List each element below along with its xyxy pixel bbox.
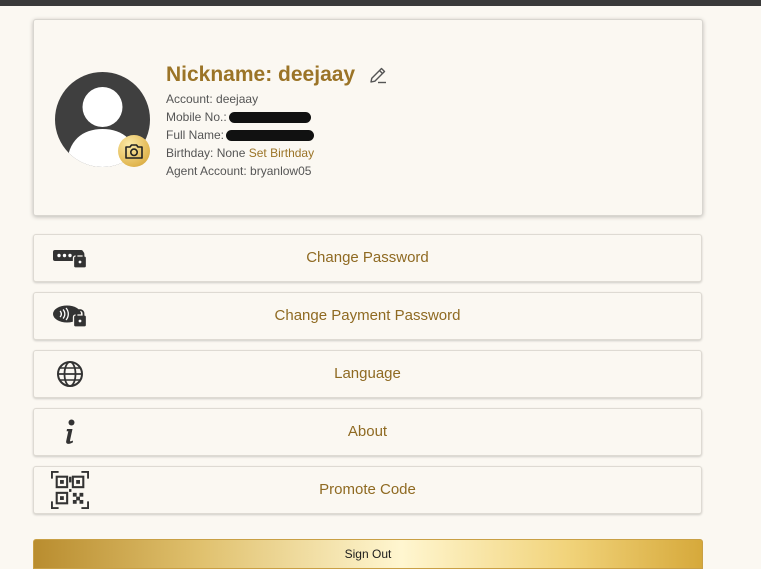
- change-password-label: Change Password: [306, 249, 429, 266]
- language-button[interactable]: Language: [33, 350, 702, 398]
- fullname-label: Full Name:: [166, 128, 225, 142]
- mobile-label: Mobile No.:: [166, 110, 227, 124]
- promote-code-label: Promote Code: [319, 481, 416, 498]
- birthday-line: Birthday: None Set Birthday: [166, 146, 314, 160]
- redacted-mobile: [228, 112, 311, 123]
- set-birthday-link[interactable]: Set Birthday: [249, 146, 314, 160]
- nickname-row: Nickname: deejaay: [166, 63, 388, 87]
- agent-account-line: Agent Account: bryanlow05: [166, 164, 312, 178]
- sign-out-label: Sign Out: [344, 547, 392, 561]
- about-label: About: [347, 423, 388, 440]
- promote-code-button[interactable]: Promote Code: [33, 466, 702, 514]
- camera-icon: [125, 143, 143, 159]
- fullname-line: Full Name:: [166, 128, 315, 142]
- birthday-label: Birthday: None: [166, 146, 246, 160]
- change-payment-password-label: Change Payment Password: [274, 307, 461, 324]
- profile-card: Nickname: deejaay Account: deejaay Mobil…: [33, 19, 703, 216]
- camera-button[interactable]: [118, 135, 150, 167]
- change-payment-password-button[interactable]: Change Payment Password: [33, 292, 702, 340]
- change-password-button[interactable]: Change Password: [33, 234, 702, 282]
- account-line: Account: deejaay: [166, 92, 259, 106]
- redacted-fullname: [226, 130, 315, 141]
- nickname-title: Nickname: deejaay: [166, 63, 356, 86]
- edit-pencil-icon[interactable]: [368, 65, 388, 85]
- about-button[interactable]: About: [33, 408, 702, 456]
- language-label: Language: [334, 365, 401, 382]
- sign-out-button[interactable]: Sign Out: [33, 539, 703, 569]
- top-bar: [0, 0, 761, 6]
- mobile-line: Mobile No.:: [166, 110, 311, 124]
